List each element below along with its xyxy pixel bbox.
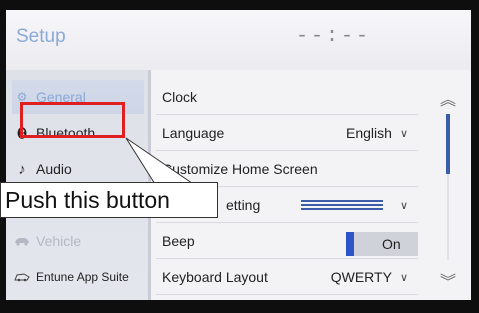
entune-icon	[12, 272, 32, 282]
header: Setup --:--	[6, 10, 471, 70]
scrollbar[interactable]: ︽ ︾	[426, 70, 471, 300]
scroll-thumb[interactable]	[446, 114, 450, 174]
sidebar-item-label: Vehicle	[36, 233, 82, 249]
annotation-highlight-box	[20, 102, 125, 138]
keyboard-value: QWERTY ∨	[331, 269, 408, 285]
annotation-callout: Push this button	[0, 182, 218, 218]
chevron-down-icon: ∨	[399, 271, 408, 284]
sidebar-item-label: Audio	[36, 161, 72, 177]
sidebar-item-audio[interactable]: ♪ Audio	[12, 152, 144, 186]
setting-label: Language	[162, 125, 225, 141]
sidebar-item-vehicle[interactable]: Vehicle	[12, 224, 144, 258]
setting-label: Customize Home Screen	[162, 161, 318, 177]
toggle-indicator	[346, 232, 354, 256]
car-icon	[12, 236, 32, 246]
sidebar-item-label: Entune App Suite	[36, 270, 129, 284]
scroll-up-icon[interactable]: ︽	[440, 86, 456, 110]
page-title: Setup	[16, 26, 66, 47]
language-value: English ∨	[346, 125, 408, 141]
clock-display: --:--	[296, 25, 372, 48]
keyboard-value-text: QWERTY	[330, 269, 392, 285]
display-style-preview	[301, 200, 383, 212]
setting-label: Beep	[162, 233, 195, 249]
setting-label: Clock	[162, 89, 198, 105]
sidebar-item-entune-app-suite[interactable]: Entune App Suite	[12, 260, 144, 294]
beep-toggle[interactable]: On	[346, 232, 418, 256]
scroll-down-icon[interactable]: ︾	[440, 268, 456, 292]
toggle-state: On	[382, 236, 401, 252]
infotainment-screen: Setup --:-- ⚙ General Bluetooth ♪ Audio …	[6, 10, 471, 300]
setting-row-keyboard-layout[interactable]: Keyboard Layout QWERTY ∨	[156, 260, 418, 295]
language-value-text: English	[346, 125, 392, 141]
display-setting-dropdown: ∨	[392, 199, 408, 212]
chevron-down-icon: ∨	[399, 127, 408, 140]
music-note-icon: ♪	[18, 160, 26, 178]
setting-label: Keyboard Layout	[162, 269, 268, 285]
setting-row-beep[interactable]: Beep On	[156, 224, 418, 259]
setting-row-language[interactable]: Language English ∨	[156, 116, 418, 151]
setting-label: etting	[226, 197, 261, 213]
chevron-down-icon: ∨	[399, 199, 408, 212]
setting-row-clock[interactable]: Clock	[156, 80, 418, 115]
